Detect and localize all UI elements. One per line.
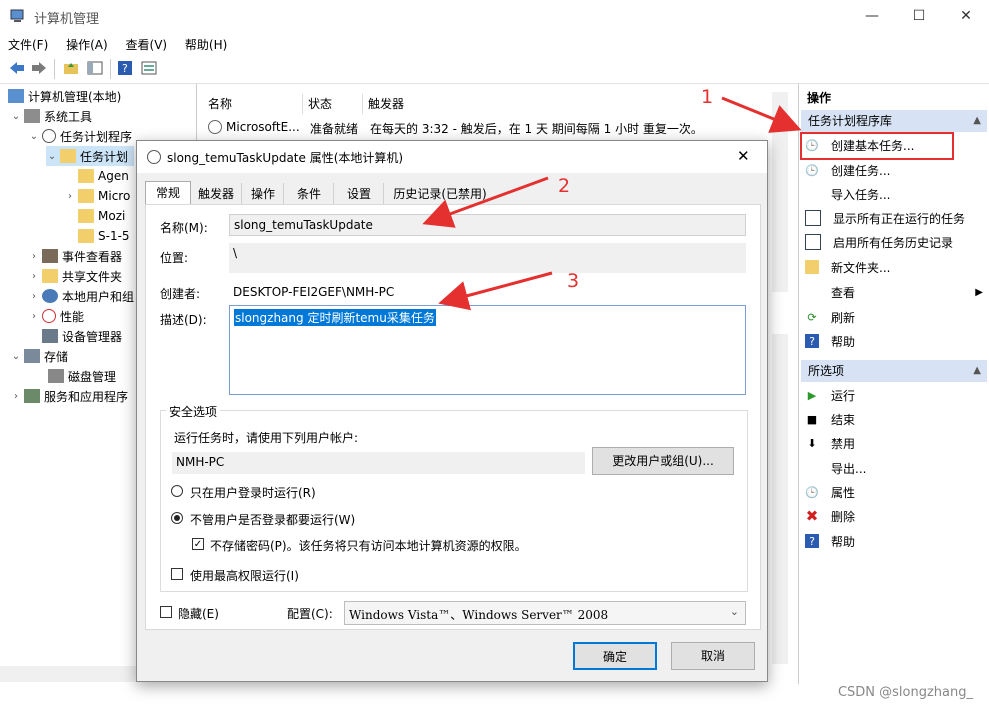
annotation-arrows bbox=[422, 96, 802, 311]
annotation-number-1: 1 bbox=[701, 86, 714, 108]
annotation-arrow-2 bbox=[422, 176, 549, 228]
annotation-number-2: 2 bbox=[558, 175, 571, 197]
watermark: CSDN @slongzhang_ bbox=[837, 685, 973, 700]
annotation-arrow-3 bbox=[438, 271, 553, 311]
annotation-arrow-1 bbox=[721, 96, 802, 133]
annotation-number-3: 3 bbox=[567, 270, 580, 292]
